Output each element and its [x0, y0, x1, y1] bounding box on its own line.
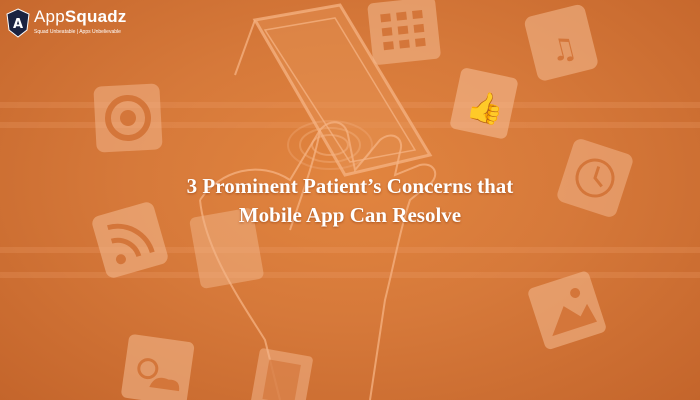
svg-text:👍: 👍	[464, 86, 508, 129]
headline-line-1: 3 Prominent Patient’s Concerns that	[186, 174, 514, 198]
logo-badge-icon: A	[6, 8, 30, 38]
banner: ♫ 👍 A AppSquadz Squad Unbeatable | Apps …	[0, 0, 700, 400]
thumbs-up-icon: 👍	[450, 68, 518, 139]
brand-name-squadz: Squadz	[64, 7, 127, 26]
keypad-icon	[367, 0, 441, 65]
headline-line-2: Mobile App Can Resolve	[238, 203, 462, 227]
logo-badge-letter: A	[13, 17, 23, 32]
film-icon	[250, 348, 313, 400]
weather-icon	[121, 334, 195, 400]
image-icon	[528, 271, 606, 350]
brand-name-app: App	[34, 7, 65, 26]
brand-logo[interactable]: A AppSquadz Squad Unbeatable | Apps Unbe…	[6, 6, 176, 40]
brand-name: AppSquadz	[34, 7, 127, 27]
music-note-icon: ♫	[524, 4, 598, 81]
headline: 3 Prominent Patient’s Concerns that Mobi…	[100, 172, 600, 230]
target-icon	[93, 83, 163, 153]
brand-tagline: Squad Unbeatable | Apps Unbelievable	[34, 29, 121, 35]
